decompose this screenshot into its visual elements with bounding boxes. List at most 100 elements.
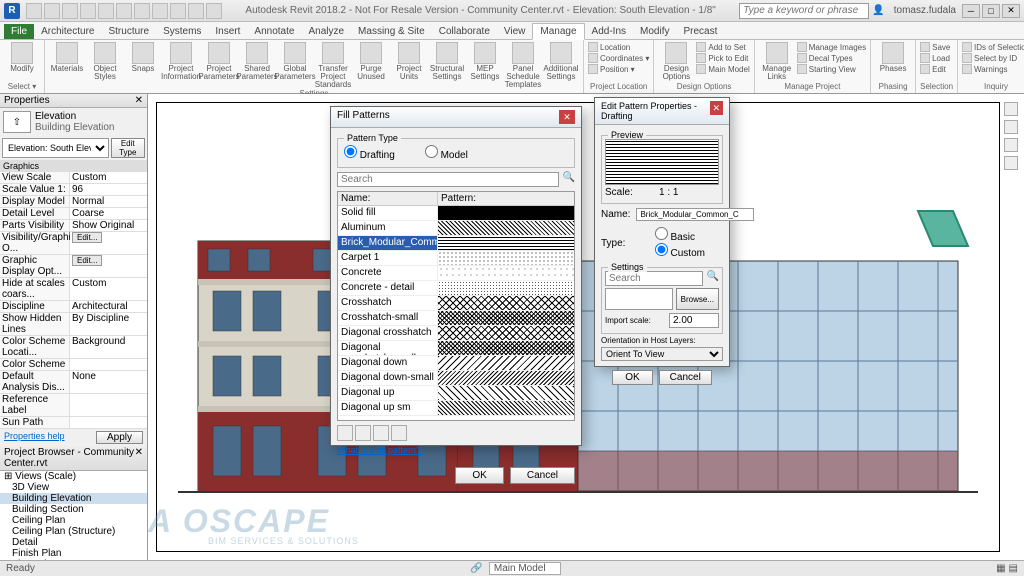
pattern-row[interactable]: Diagonal crosshatch-small — [338, 341, 574, 356]
status-filter-icon[interactable]: ▤ — [1009, 563, 1018, 574]
ribbon-btn-phases[interactable]: Phases — [875, 42, 911, 73]
tab-view[interactable]: View — [497, 24, 533, 39]
ribbon-small-load[interactable]: Load — [920, 53, 950, 63]
tree-item[interactable]: Ceiling Plan — [0, 515, 147, 526]
ribbon-btn-designoptions[interactable]: Design Options — [658, 42, 694, 81]
pattern-row[interactable]: Aluminum — [338, 221, 574, 236]
pattern-row[interactable]: Diagonal down — [338, 356, 574, 371]
pattern-search-input[interactable] — [337, 172, 559, 187]
navigation-bar[interactable] — [1002, 102, 1020, 222]
tab-collaborate[interactable]: Collaborate — [432, 24, 497, 39]
tab-precast[interactable]: Precast — [676, 24, 724, 39]
ribbon-btn-projectunits[interactable]: Project Units — [391, 42, 427, 81]
property-row[interactable]: Graphic Display Opt...Edit... — [0, 255, 147, 278]
qat-print-icon[interactable] — [98, 3, 114, 19]
tab-structure[interactable]: Structure — [101, 24, 156, 39]
help-search-input[interactable] — [739, 3, 869, 19]
status-icon[interactable]: 🔗 — [470, 563, 482, 574]
ribbon-small-manageimages[interactable]: Manage Images — [797, 42, 866, 52]
ribbon-btn-projectinformation[interactable]: Project Information — [163, 42, 199, 81]
type-selector[interactable]: ⇧ Elevation Building Elevation — [0, 108, 147, 136]
ribbon-small-addtoset[interactable]: Add to Set — [696, 42, 749, 52]
tab-systems[interactable]: Systems — [156, 24, 208, 39]
property-row[interactable]: Show Hidden LinesBy Discipline — [0, 313, 147, 336]
ribbon-btn-sharedparameters[interactable]: Shared Parameters — [239, 42, 275, 81]
ribbon-btn-objectstyles[interactable]: Object Styles — [87, 42, 123, 81]
ribbon-small-location[interactable]: Location — [588, 42, 649, 52]
tree-item[interactable]: Detail — [0, 537, 147, 548]
tab-modify[interactable]: Modify — [633, 24, 676, 39]
property-row[interactable]: DisciplineArchitectural — [0, 301, 147, 313]
ribbon-small-mainmodel[interactable]: Main Model — [696, 64, 749, 74]
ribbon-small-idsofselection[interactable]: IDs of Selection — [962, 42, 1024, 52]
ribbon-btn-globalparameters[interactable]: Global Parameters — [277, 42, 313, 81]
property-row[interactable]: View ScaleCustom — [0, 172, 147, 184]
fill-patterns-titlebar[interactable]: Fill Patterns ✕ — [331, 107, 581, 128]
tab-architecture[interactable]: Architecture — [34, 24, 101, 39]
qat-measure-icon[interactable] — [116, 3, 132, 19]
nav-zoom-icon[interactable] — [1004, 156, 1018, 170]
tab-manage[interactable]: Manage — [532, 23, 584, 40]
property-row[interactable]: Detail LevelCoarse — [0, 208, 147, 220]
model-radio[interactable]: Model — [425, 145, 468, 161]
property-row[interactable]: Parts VisibilityShow Original — [0, 220, 147, 232]
search-icon[interactable]: 🔍 — [707, 271, 719, 286]
ribbon-small-position[interactable]: Position ▾ — [588, 64, 649, 74]
ribbon-btn-structuralsettings[interactable]: Structural Settings — [429, 42, 465, 81]
fill-ok-button[interactable]: OK — [455, 467, 503, 484]
nav-home-icon[interactable] — [1004, 102, 1018, 116]
pattern-name-input[interactable] — [636, 208, 754, 221]
edit-cancel-button[interactable]: Cancel — [659, 370, 712, 385]
property-row[interactable]: Sun Path — [0, 417, 147, 429]
properties-help-link[interactable]: Properties help — [4, 431, 65, 444]
qat-3d-icon[interactable] — [206, 3, 222, 19]
selection-filter-icon[interactable]: ▦ — [996, 563, 1005, 574]
new-pattern-icon[interactable] — [337, 425, 353, 441]
pattern-row[interactable]: Diagonal up sm — [338, 401, 574, 416]
instance-selector[interactable]: Elevation: South Elevation - 1/8" — [2, 138, 109, 158]
pattern-row[interactable]: Concrete - detail — [338, 281, 574, 296]
qat-thin-lines-icon[interactable] — [152, 3, 168, 19]
ribbon-btn-managelinks[interactable]: Manage Links — [759, 42, 795, 81]
file-search-input[interactable] — [605, 271, 703, 286]
qat-close-icon[interactable] — [170, 3, 186, 19]
edit-pattern-close-icon[interactable]: ✕ — [710, 101, 723, 115]
property-row[interactable]: Visibility/Graphics O...Edit... — [0, 232, 147, 255]
ribbon-small-startingview[interactable]: Starting View — [797, 64, 866, 74]
ribbon-btn-additionalsettings[interactable]: Additional Settings — [543, 42, 579, 81]
tree-item[interactable]: Finish Plan — [0, 548, 147, 559]
ribbon-btn-transferprojectstandards[interactable]: Transfer Project Standards — [315, 42, 351, 89]
pattern-row[interactable]: Crosshatch — [338, 296, 574, 311]
qat-open-icon[interactable] — [26, 3, 42, 19]
ribbon-small-selectbyid[interactable]: Select by ID — [962, 53, 1024, 63]
maximize-button[interactable]: □ — [982, 4, 1000, 18]
user-name[interactable]: tomasz.fudala — [894, 5, 956, 16]
infocenter-icon[interactable]: 👤 — [872, 5, 884, 16]
import-scale-input[interactable] — [669, 313, 719, 328]
app-icon[interactable]: R — [4, 3, 20, 19]
pattern-row[interactable]: Concrete — [338, 266, 574, 281]
drafting-radio[interactable]: Drafting — [344, 145, 395, 161]
apply-button[interactable]: Apply — [96, 431, 143, 444]
fill-pattern-help-link[interactable]: What is a fill pattern? — [337, 445, 575, 455]
ribbon-small-decaltypes[interactable]: Decal Types — [797, 53, 866, 63]
ribbon-btn-panelscheduletemplates[interactable]: Panel Schedule Templates — [505, 42, 541, 89]
file-list[interactable] — [605, 288, 673, 310]
property-row[interactable]: Default Analysis Dis...None — [0, 371, 147, 394]
edit-pattern-icon[interactable] — [355, 425, 371, 441]
ribbon-small-save[interactable]: Save — [920, 42, 950, 52]
project-browser-close-icon[interactable]: ✕ — [135, 447, 143, 469]
minimize-button[interactable]: ─ — [962, 4, 980, 18]
edit-ok-button[interactable]: OK — [612, 370, 652, 385]
duplicate-pattern-icon[interactable] — [391, 425, 407, 441]
tab-file[interactable]: File — [4, 24, 34, 39]
project-browser-tree[interactable]: ⊞ Views (Scale)3D ViewBuilding Elevation… — [0, 471, 147, 560]
pattern-row[interactable]: Carpet 1 — [338, 251, 574, 266]
design-option-status[interactable]: Main Model — [489, 562, 561, 575]
nav-pan-icon[interactable] — [1004, 138, 1018, 152]
property-row[interactable]: Color Scheme Locati...Background — [0, 336, 147, 359]
property-row[interactable]: Color Scheme — [0, 359, 147, 371]
tree-item[interactable]: ⊞ Views (Scale) — [0, 471, 147, 482]
drawing-canvas[interactable]: A OSCAPE BIM SERVICES & SOLUTIONS — [148, 94, 1024, 560]
qat-save-icon[interactable] — [44, 3, 60, 19]
